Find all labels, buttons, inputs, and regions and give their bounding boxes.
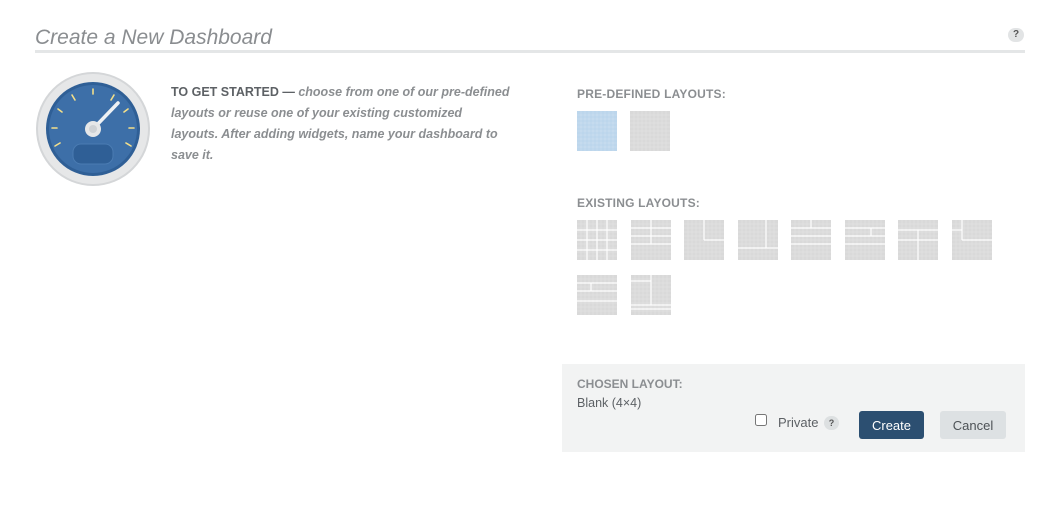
- help-icon[interactable]: ?: [1008, 28, 1024, 42]
- existing-layout-2[interactable]: [630, 220, 671, 260]
- create-button[interactable]: Create: [859, 411, 924, 439]
- predefined-layout-2[interactable]: [630, 111, 670, 151]
- existing-layout-6[interactable]: [844, 220, 885, 260]
- chosen-layout-value: Blank (4×4): [577, 396, 642, 410]
- predefined-layouts-label: PRE-DEFINED LAYOUTS:: [577, 87, 726, 101]
- existing-layout-9[interactable]: [577, 275, 617, 315]
- intro-text: TO GET STARTED — choose from one of our …: [171, 82, 511, 166]
- gauge-icon: [36, 72, 150, 186]
- existing-layout-5[interactable]: [791, 220, 831, 260]
- private-label: Private: [778, 415, 819, 430]
- title-divider: [35, 50, 1025, 53]
- existing-layout-8[interactable]: [951, 220, 992, 260]
- predefined-layout-1[interactable]: [577, 111, 617, 151]
- page-title: Create a New Dashboard: [35, 26, 272, 49]
- existing-layout-10[interactable]: [630, 275, 671, 315]
- chosen-layout-panel: CHOSEN LAYOUT: Blank (4×4) Private ? Cre…: [562, 364, 1025, 452]
- chosen-layout-label: CHOSEN LAYOUT:: [577, 377, 683, 391]
- intro-lead: TO GET STARTED —: [171, 85, 295, 99]
- existing-layout-1[interactable]: [577, 220, 617, 260]
- existing-layout-7[interactable]: [898, 220, 938, 260]
- cancel-button[interactable]: Cancel: [940, 411, 1006, 439]
- existing-layout-3[interactable]: [684, 220, 724, 260]
- existing-layout-4[interactable]: [737, 220, 778, 260]
- existing-layouts-label: EXISTING LAYOUTS:: [577, 196, 700, 210]
- private-checkbox[interactable]: [755, 414, 767, 426]
- help-icon[interactable]: ?: [824, 416, 839, 430]
